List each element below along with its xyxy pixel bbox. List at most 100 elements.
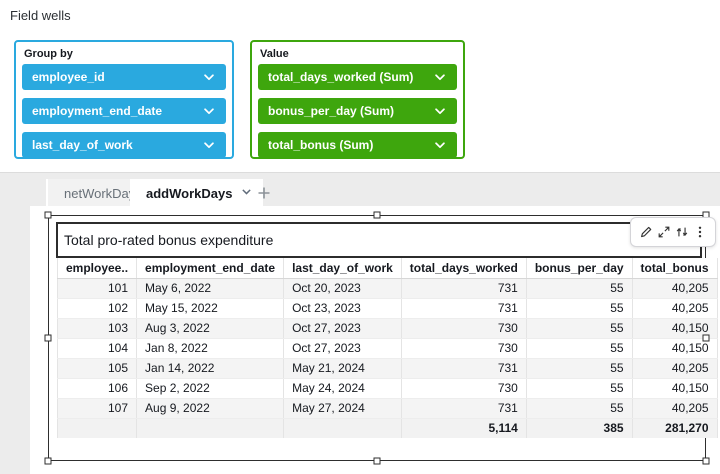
column-header[interactable]: employee.. — [58, 258, 137, 278]
edit-visual-button[interactable] — [637, 221, 655, 243]
value-pill[interactable]: total_bonus (Sum) — [258, 132, 457, 158]
group-by-pill[interactable]: employee_id — [22, 64, 226, 90]
pill-label: last_day_of_work — [32, 138, 133, 152]
pill-label: total_bonus (Sum) — [268, 138, 373, 152]
swap-arrows-icon — [675, 225, 689, 239]
visual-title-bar[interactable]: Total pro-rated bonus expenditure — [56, 222, 702, 258]
pill-label: total_days_worked (Sum) — [268, 70, 413, 84]
value-pill[interactable]: total_days_worked (Sum) — [258, 64, 457, 90]
table-cell: 731 — [401, 398, 526, 418]
edit-pencil-icon — [639, 225, 653, 239]
table-cell: 730 — [401, 318, 526, 338]
table-cell: May 27, 2024 — [284, 398, 402, 418]
column-header[interactable]: employment_end_date — [137, 258, 284, 278]
table-cell: Jan 14, 2022 — [137, 358, 284, 378]
value-pill[interactable]: bonus_per_day (Sum) — [258, 98, 457, 124]
add-sheet-button[interactable] — [254, 183, 274, 203]
table-row: 107Aug 9, 2022May 27, 20247315540,205 — [58, 398, 718, 418]
group-by-pill[interactable]: last_day_of_work — [22, 132, 226, 158]
pill-label: employment_end_date — [32, 104, 162, 118]
value-pill-list: total_days_worked (Sum) bonus_per_day (S… — [258, 64, 457, 166]
visual-title: Total pro-rated bonus expenditure — [58, 232, 273, 248]
table-cell: 40,205 — [632, 398, 717, 418]
resize-handle[interactable] — [45, 212, 52, 219]
sheet-tab-bar: netWorkDaysaddWorkDays — [0, 172, 720, 206]
maximize-visual-button[interactable] — [655, 221, 673, 243]
table-cell: 55 — [526, 318, 632, 338]
table-cell: 55 — [526, 358, 632, 378]
table-cell: 730 — [401, 378, 526, 398]
resize-handle[interactable] — [374, 458, 381, 465]
visual-menu-button[interactable] — [691, 221, 709, 243]
totals-cell: 5,114 — [401, 418, 526, 438]
table-cell: 40,205 — [632, 278, 717, 298]
table-cell: 55 — [526, 298, 632, 318]
table-cell: 104 — [58, 338, 137, 358]
resize-handle[interactable] — [45, 458, 52, 465]
kebab-menu-icon — [693, 225, 707, 239]
table-cell: 40,205 — [632, 298, 717, 318]
value-well: Value total_days_worked (Sum) bonus_per_… — [250, 40, 465, 159]
table-cell: Oct 27, 2023 — [284, 318, 402, 338]
table-row: 104Jan 8, 2022Oct 27, 20237305540,150 — [58, 338, 718, 358]
table-cell: 731 — [401, 358, 526, 378]
column-header[interactable]: total_days_worked — [401, 258, 526, 278]
pill-label: employee_id — [32, 70, 105, 84]
group-by-well: Group by employee_id employment_end_date… — [14, 40, 234, 159]
group-by-pill-list: employee_id employment_end_date last_day… — [22, 64, 226, 166]
column-header[interactable]: last_day_of_work — [284, 258, 402, 278]
canvas-left-gutter — [0, 206, 30, 474]
table-row: 106Sep 2, 2022May 24, 20247305540,150 — [58, 378, 718, 398]
value-label: Value — [260, 48, 289, 60]
table-cell: 107 — [58, 398, 137, 418]
table-cell: 103 — [58, 318, 137, 338]
table-cell: 55 — [526, 278, 632, 298]
tab-label: addWorkDays — [146, 186, 232, 201]
table-cell: Aug 3, 2022 — [137, 318, 284, 338]
resize-handle[interactable] — [374, 212, 381, 219]
visual-toolbar — [630, 217, 716, 247]
table-cell: May 21, 2024 — [284, 358, 402, 378]
column-header[interactable]: total_bonus — [632, 258, 717, 278]
table-cell: 105 — [58, 358, 137, 378]
totals-cell — [137, 418, 284, 438]
table-cell: 102 — [58, 298, 137, 318]
chevron-down-icon[interactable] — [433, 138, 447, 152]
table-cell: 730 — [401, 338, 526, 358]
table-cell: Oct 27, 2023 — [284, 338, 402, 358]
column-header[interactable]: bonus_per_day — [526, 258, 632, 278]
table-cell: May 6, 2022 — [137, 278, 284, 298]
swap-arrows-button[interactable] — [673, 221, 691, 243]
table-cell: Oct 20, 2023 — [284, 278, 402, 298]
table-cell: 731 — [401, 298, 526, 318]
chevron-down-icon[interactable] — [433, 104, 447, 118]
chevron-down-icon[interactable] — [433, 70, 447, 84]
resize-handle[interactable] — [703, 335, 710, 342]
chevron-down-icon[interactable] — [202, 70, 216, 84]
table-cell: 55 — [526, 398, 632, 418]
pill-label: bonus_per_day (Sum) — [268, 104, 394, 118]
table-cell: 731 — [401, 278, 526, 298]
chevron-down-icon[interactable] — [202, 104, 216, 118]
resize-handle[interactable] — [703, 458, 710, 465]
table-cell: 40,205 — [632, 358, 717, 378]
table-row: 103Aug 3, 2022Oct 27, 20237305540,150 — [58, 318, 718, 338]
table-cell: Oct 23, 2023 — [284, 298, 402, 318]
table-cell: Aug 9, 2022 — [137, 398, 284, 418]
chevron-down-icon[interactable] — [202, 138, 216, 152]
resize-handle[interactable] — [45, 335, 52, 342]
group-by-pill[interactable]: employment_end_date — [22, 98, 226, 124]
chevron-down-icon[interactable] — [240, 185, 253, 198]
field-wells-heading: Field wells — [10, 8, 71, 23]
sheet-tab-addWorkDays[interactable]: addWorkDays — [130, 179, 263, 207]
table-row: 101May 6, 2022Oct 20, 20237315540,205 — [58, 278, 718, 298]
table-cell: 106 — [58, 378, 137, 398]
totals-cell: 385 — [526, 418, 632, 438]
table-cell: Sep 2, 2022 — [137, 378, 284, 398]
pivot-table: employee..employment_end_datelast_day_of… — [57, 258, 718, 438]
table-cell: 101 — [58, 278, 137, 298]
totals-cell — [284, 418, 402, 438]
table-cell: 40,150 — [632, 378, 717, 398]
table-totals-row: 5,114385281,270 — [58, 418, 718, 438]
totals-cell — [58, 418, 137, 438]
